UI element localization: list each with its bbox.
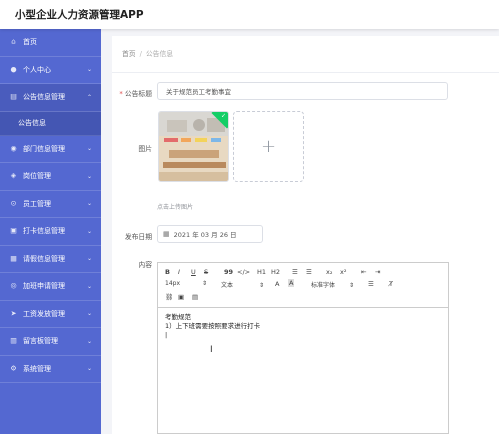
breadcrumb: 首页 / 公告信息	[122, 48, 173, 58]
date-label: 发布日期	[124, 233, 152, 241]
strike-button[interactable]: S	[204, 268, 208, 276]
chevron-down-icon: ⌄	[86, 172, 92, 180]
title-label: * 公告标题	[119, 90, 152, 98]
sidebar-subitem-notice-info[interactable]: 公告信息	[0, 111, 101, 136]
bold-button[interactable]: B	[165, 268, 170, 276]
editor-toolbar: B I U S 99 </> H1 H2 ☰ ☰ x₂ x² ⇤ ⇥ 14px ⇕…	[158, 263, 448, 308]
breadcrumb-separator: /	[139, 50, 142, 58]
chevron-down-icon: ⌄	[86, 365, 92, 373]
clear-format-icon[interactable]: T̸	[389, 280, 393, 288]
editor-content[interactable]: 考勤规范 1）上下班需要按照要求进行打卡 |	[158, 308, 448, 345]
sidebar-item-system[interactable]: ⚙ 系统管理 ⌄	[0, 356, 101, 383]
title-input[interactable]: 关于规范员工考勤事宜	[157, 82, 448, 100]
editor-line: 考勤规范	[165, 313, 191, 321]
upload-image-button[interactable]: +	[233, 111, 304, 182]
chevron-down-icon: ⌄	[86, 282, 92, 290]
background-color-icon[interactable]: A	[288, 279, 295, 287]
chevron-updown-icon: ⇕	[202, 280, 208, 287]
sidebar-item-clock-in[interactable]: ▣ 打卡信息管理 ⌄	[0, 218, 101, 246]
image-icon[interactable]: ▣	[178, 293, 184, 301]
salary-icon: ➤	[10, 309, 17, 318]
chevron-up-icon: ⌃	[86, 93, 92, 101]
ibeam-cursor-icon: I	[210, 345, 213, 355]
content-label: 内容	[138, 261, 152, 269]
chevron-updown-icon: ⇕	[349, 282, 355, 289]
leave-icon: ▦	[10, 254, 17, 263]
h2-button[interactable]: H2	[271, 268, 280, 276]
bullet-list-button[interactable]: ☰	[306, 268, 312, 276]
code-button[interactable]: </>	[237, 268, 250, 276]
sidebar: ⌂ 首页 ● 个人中心 ⌄ ▤ 公告信息管理 ⌃ 公告信息 ◉ 部门信息管理 ⌄…	[0, 29, 101, 434]
chevron-down-icon: ⌄	[86, 66, 92, 74]
text-type-select[interactable]: 文本 ⇕	[221, 280, 264, 289]
department-icon: ◉	[10, 144, 17, 153]
sidebar-item-message-board[interactable]: ▥ 留言板管理 ⌄	[0, 328, 101, 356]
sidebar-item-position[interactable]: ◈ 岗位管理 ⌄	[0, 163, 101, 191]
date-picker[interactable]: ▦ 2021 年 03 月 26 日	[157, 225, 263, 243]
breadcrumb-home[interactable]: 首页	[122, 50, 136, 58]
font-family-select[interactable]: 标准字体 ⇕	[311, 280, 354, 289]
divider	[112, 72, 499, 73]
text-caret: |	[165, 331, 168, 339]
h1-button[interactable]: H1	[257, 268, 266, 276]
image-label: 图片	[138, 145, 152, 153]
sidebar-item-home[interactable]: ⌂ 首页	[0, 29, 101, 57]
sidebar-item-notice-management[interactable]: ▤ 公告信息管理 ⌃	[0, 84, 101, 112]
sidebar-item-personal-center[interactable]: ● 个人中心 ⌄	[0, 57, 101, 84]
align-icon[interactable]: ☰	[368, 280, 374, 288]
underline-button[interactable]: U	[191, 268, 196, 276]
italic-button[interactable]: I	[178, 268, 180, 276]
sidebar-item-salary[interactable]: ➤ 工资发放管理 ⌄	[0, 301, 101, 328]
breadcrumb-current: 公告信息	[145, 50, 174, 58]
uploaded-image-thumbnail[interactable]: ✓	[158, 111, 229, 182]
top-bar: 小型企业人力资源管理APP	[0, 0, 499, 29]
subscript-button[interactable]: x₂	[326, 268, 332, 276]
sidebar-item-employee[interactable]: ⊙ 员工管理 ⌄	[0, 191, 101, 218]
chevron-down-icon: ⌄	[86, 255, 92, 263]
calendar-icon: ▦	[163, 230, 170, 238]
app-title: 小型企业人力资源管理APP	[15, 9, 144, 21]
chevron-down-icon: ⌄	[86, 145, 92, 153]
office-photo	[159, 112, 228, 181]
message-icon: ▥	[10, 336, 17, 345]
quote-button[interactable]: 99	[224, 268, 233, 276]
rich-text-editor: B I U S 99 </> H1 H2 ☰ ☰ x₂ x² ⇤ ⇥ 14px ⇕…	[157, 262, 449, 434]
sidebar-item-department[interactable]: ◉ 部门信息管理 ⌄	[0, 136, 101, 163]
font-color-icon[interactable]: A	[275, 280, 279, 288]
chevron-updown-icon: ⇕	[259, 282, 265, 289]
chevron-down-icon: ⌄	[86, 337, 92, 345]
upload-hint: 点击上传图片	[157, 204, 194, 211]
chevron-down-icon: ⌄	[86, 227, 92, 235]
position-icon: ◈	[10, 171, 17, 180]
sidebar-item-leave[interactable]: ▦ 请假信息管理 ⌄	[0, 246, 101, 273]
check-icon: ✓	[220, 112, 226, 120]
link-icon[interactable]: ⛓	[165, 293, 173, 301]
font-size-select[interactable]: 14px ⇕	[165, 280, 207, 287]
chevron-down-icon: ⌄	[86, 310, 92, 318]
outdent-button[interactable]: ⇤	[361, 268, 366, 276]
sidebar-item-overtime[interactable]: ◎ 加班申请管理 ⌄	[0, 273, 101, 301]
main-content: 首页 / 公告信息 * 公告标题 关于规范员工考勤事宜 图片 ✓ + 点击上传图片 发…	[112, 36, 499, 434]
overtime-icon: ◎	[10, 281, 17, 290]
video-icon[interactable]: ▤	[192, 293, 198, 301]
settings-icon: ⚙	[10, 364, 17, 373]
person-icon: ●	[10, 65, 17, 74]
date-value: 2021 年 03 月 26 日	[173, 231, 237, 239]
superscript-button[interactable]: x²	[340, 268, 346, 276]
required-asterisk: *	[119, 90, 123, 98]
plus-icon: +	[260, 136, 277, 157]
employee-icon: ⊙	[10, 199, 17, 208]
clock-icon: ▣	[10, 226, 17, 235]
home-icon: ⌂	[11, 37, 16, 46]
chevron-down-icon: ⌄	[86, 200, 92, 208]
indent-button[interactable]: ⇥	[375, 268, 380, 276]
editor-line: 1）上下班需要按照要求进行打卡	[165, 322, 261, 330]
ordered-list-button[interactable]: ☰	[292, 268, 298, 276]
notice-icon: ▤	[10, 92, 17, 101]
